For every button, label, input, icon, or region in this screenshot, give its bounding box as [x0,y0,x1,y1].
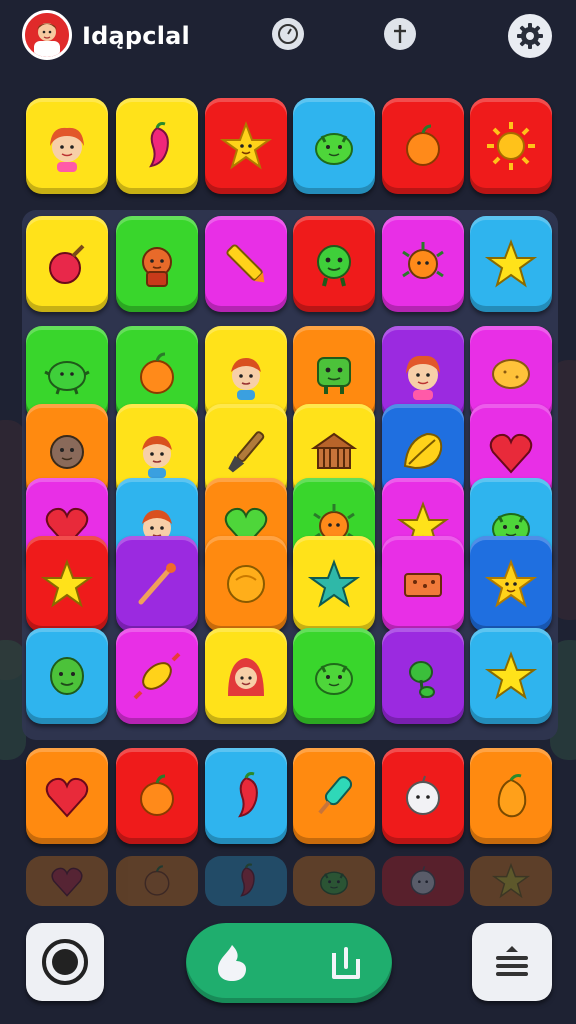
game-tile[interactable] [26,628,108,724]
menu-button[interactable] [472,923,552,1001]
game-tile[interactable] [116,628,198,724]
orange-bug-icon [402,242,444,279]
game-tile[interactable] [382,536,464,632]
game-tile[interactable] [205,856,287,906]
white-ghost-icon [406,775,440,815]
boy-face-icon [142,436,172,478]
action-pill[interactable] [186,923,392,1003]
game-tile[interactable] [205,628,287,724]
orange-fruit-icon [140,774,174,816]
green-turtle-icon [44,361,90,395]
orange-fruit-icon [406,124,440,166]
game-tile[interactable] [293,216,375,312]
game-tile[interactable] [470,628,552,724]
yellow-star-icon [484,239,538,288]
game-tile[interactable] [293,98,375,194]
boy-face-icon [231,358,261,400]
game-tile[interactable] [470,98,552,194]
yellow-star-icon [491,862,531,899]
yellow-star-icon [484,651,538,700]
orange-fruit-icon [144,865,170,896]
star-face-icon [484,559,538,608]
white-ghost-icon [410,866,436,895]
game-tile[interactable] [205,748,287,844]
red-chili-icon [238,772,258,818]
record-button[interactable] [26,923,104,1001]
game-tile[interactable] [116,98,198,194]
game-tile[interactable] [205,98,287,194]
game-tile[interactable] [382,856,464,906]
game-tile[interactable] [382,628,464,724]
red-chili-icon [240,863,255,897]
heart-icon [45,777,89,818]
heart-icon [51,867,83,897]
orange-fruit-icon [140,352,174,394]
mango-icon [497,774,527,818]
crayon-icon [226,244,265,283]
hood-girl-icon [228,658,264,696]
girl-face-icon [406,355,440,400]
green-blob-icon [315,663,353,695]
brush-icon [228,431,265,473]
game-tile[interactable] [205,536,287,632]
orange-ball-icon [227,565,265,603]
green-robot-icon [317,357,351,394]
teal-star-icon [307,559,361,608]
brick-icon [404,573,442,597]
game-tile[interactable] [470,216,552,312]
red-radish-icon [49,244,85,284]
potato-icon [492,359,530,389]
wand-icon [138,563,176,605]
game-tile[interactable] [116,216,198,312]
heart-icon [489,433,533,474]
game-tile[interactable] [26,216,108,312]
game-tile[interactable] [293,748,375,844]
game-tile[interactable] [382,216,464,312]
green-face-icon [50,657,84,695]
game-tile[interactable] [26,856,108,906]
pink-chili-icon [149,122,169,168]
orange-creature-icon [142,247,172,287]
game-tile[interactable] [116,856,198,906]
game-tile[interactable] [382,748,464,844]
drop-icon[interactable] [202,935,262,991]
sun-icon [487,122,535,170]
exit-icon[interactable] [316,935,376,991]
game-tile[interactable] [26,748,108,844]
game-tile[interactable] [26,98,108,194]
game-tile[interactable] [116,748,198,844]
game-tile[interactable] [293,536,375,632]
game-tile[interactable] [470,536,552,632]
leaf-icon [403,432,443,470]
house-icon [310,432,358,469]
green-blob-icon [315,133,353,165]
green-blob-icon [320,871,348,895]
yellow-star-icon [40,559,94,608]
menu-lines-icon [496,946,528,976]
game-tile[interactable] [470,856,552,906]
girl-face-icon [50,127,84,172]
green-chili-icon [409,661,435,699]
green-monster-icon [317,245,351,287]
bottom-bar [0,915,576,1024]
game-tile[interactable] [116,536,198,632]
game-tile[interactable] [293,628,375,724]
star-face-icon [219,121,273,170]
game-tile[interactable] [293,856,375,906]
game-tile[interactable] [382,98,464,194]
game-board [0,0,576,1024]
record-icon [42,939,88,985]
brown-creature-icon [50,435,84,469]
popsicle-icon [318,776,353,815]
game-tile[interactable] [470,748,552,844]
game-tile[interactable] [205,216,287,312]
candy-icon [133,652,181,700]
game-tile[interactable] [26,536,108,632]
